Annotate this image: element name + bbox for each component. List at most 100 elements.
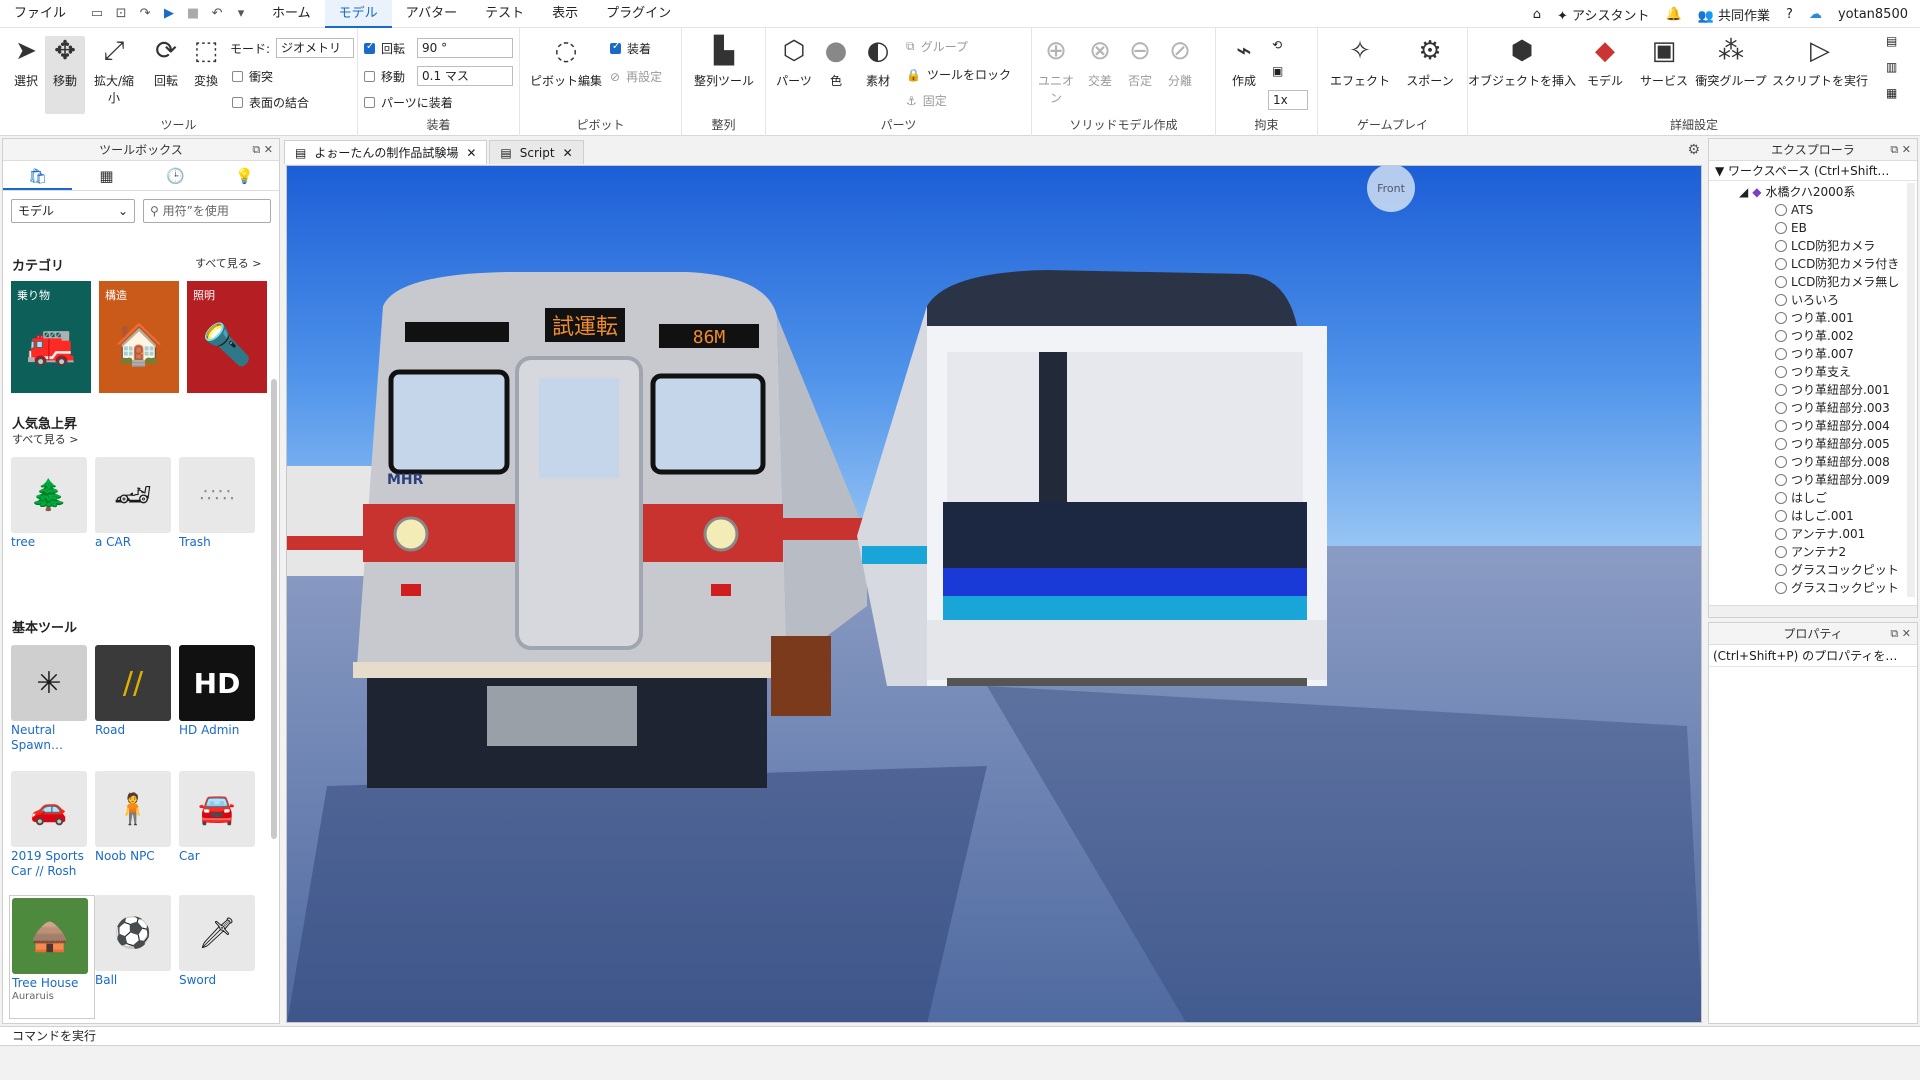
category-lighting[interactable]: 照明 🔦 <box>187 281 267 393</box>
tree-item[interactable]: はしご <box>1775 489 1917 507</box>
menu-home[interactable]: ホーム <box>258 0 325 28</box>
tree-item[interactable]: LCD防犯カメラ <box>1775 237 1917 255</box>
lock-tool-button[interactable]: 🔒 ツールをロック <box>906 66 1011 83</box>
overflow-icon[interactable]: ▾ <box>234 6 248 21</box>
tree-item[interactable]: LCD防犯カメラ無し <box>1775 273 1917 291</box>
constraint-scale[interactable]: 1x <box>1268 90 1308 110</box>
tree-item[interactable]: つり革.007 <box>1775 345 1917 363</box>
new-file-icon[interactable]: ▭ <box>90 6 104 21</box>
pivot-attach-checkbox[interactable] <box>610 41 621 54</box>
tree-item[interactable]: つり革.002 <box>1775 327 1917 345</box>
material-tool[interactable]: ◐ 素材 <box>858 36 898 89</box>
tree-item[interactable]: つり革紐部分.009 <box>1775 471 1917 489</box>
asset-noob-npc[interactable]: 🧍 Noob NPC <box>95 771 173 864</box>
collision-row[interactable]: 衝突 <box>232 68 273 85</box>
union-tool[interactable]: ⊕ ユニオン <box>1034 36 1078 106</box>
tree-item[interactable]: はしご.001 <box>1775 507 1917 525</box>
tree-item[interactable]: グラスコックピット <box>1775 561 1917 579</box>
menu-file[interactable]: ファイル <box>0 0 80 28</box>
tree-item[interactable]: つり革紐部分.008 <box>1775 453 1917 471</box>
asset-car[interactable]: 🚘 Car <box>179 771 257 864</box>
redo-icon[interactable]: ↷ <box>138 6 152 21</box>
explorer-horizontal-scrollbar[interactable] <box>1709 605 1917 617</box>
model-tool[interactable]: ◆ モデル <box>1580 36 1630 89</box>
help-icon[interactable]: ? <box>1786 7 1793 22</box>
save-icon[interactable]: ⊡ <box>114 6 128 21</box>
tree-root[interactable]: ◢ ◆ 水橋クハ2000系 <box>1739 183 1917 201</box>
command-bar[interactable]: コマンドを実行 <box>0 1026 1920 1046</box>
inventory-tab[interactable]: ▦ <box>72 161 141 190</box>
anchor-button[interactable]: ⚓ 固定 <box>906 92 947 109</box>
cloud-icon[interactable]: ☁ <box>1809 7 1822 22</box>
stop-icon[interactable]: ■ <box>186 6 200 21</box>
edit-pivot-tool[interactable]: ◌ ピボット編集 <box>526 36 606 89</box>
constraint-scale-input[interactable]: 1x <box>1268 90 1308 110</box>
home-icon[interactable]: ⌂ <box>1533 7 1541 22</box>
tree-item[interactable]: つり革.001 <box>1775 309 1917 327</box>
move-tool[interactable]: ✥ 移動 <box>45 36 85 114</box>
scale-tool[interactable]: ⤢ 拡大/縮小 <box>88 36 140 106</box>
asset-sword[interactable]: 🗡 Sword <box>179 895 257 988</box>
tree-item[interactable]: つり革紐部分.001 <box>1775 381 1917 399</box>
category-structures[interactable]: 構造 🏠 <box>99 281 179 393</box>
part-tool[interactable]: ⬡ パーツ <box>774 36 814 89</box>
separate-tool[interactable]: ⊘ 分離 <box>1160 36 1200 89</box>
asset-neutral-spawn[interactable]: ✳ Neutral Spawn… <box>11 645 89 753</box>
script-icon[interactable]: ▤ <box>1886 34 1897 48</box>
recent-tab[interactable]: 🕒 <box>141 161 210 190</box>
tree-item[interactable]: つり革支え <box>1775 363 1917 381</box>
service-tool[interactable]: ▣ サービス <box>1636 36 1692 89</box>
play-icon[interactable]: ▶ <box>162 6 176 21</box>
properties-filter-input[interactable]: (Ctrl+Shift+P) のプロパティを… <box>1709 645 1917 667</box>
attach-parts-row[interactable]: パーツに装着 <box>364 94 453 111</box>
assistant-button[interactable]: ✦ アシスタント <box>1557 5 1650 24</box>
negate-tool[interactable]: ⊖ 否定 <box>1120 36 1160 89</box>
panel-close-icon[interactable]: ⧉ ✕ <box>1890 139 1911 161</box>
panel-close-icon[interactable]: ⧉ ✕ <box>252 139 273 161</box>
tree-item[interactable]: つり革紐部分.003 <box>1775 399 1917 417</box>
tree-item[interactable]: EB <box>1775 219 1917 237</box>
notification-icon[interactable]: 🔔 <box>1666 7 1682 22</box>
intersect-tool[interactable]: ⊗ 交差 <box>1080 36 1120 89</box>
tree-item[interactable]: つり革紐部分.005 <box>1775 435 1917 453</box>
explorer-scrollbar[interactable] <box>1907 183 1915 597</box>
asset-ball[interactable]: ⚽ Ball <box>95 895 173 988</box>
asset-type-dropdown[interactable]: モデル ⌄ <box>11 199 135 223</box>
tab-script[interactable]: ▤ Script ✕ <box>489 140 584 165</box>
tree-item[interactable]: つり革紐部分.004 <box>1775 417 1917 435</box>
marketplace-tab[interactable]: 🛍 <box>3 161 72 190</box>
trending-see-all[interactable]: すべて見る > <box>12 431 79 447</box>
collision-checkbox[interactable] <box>232 71 243 82</box>
tree-item[interactable]: アンテナ2 <box>1775 543 1917 561</box>
asset-trash[interactable]: ∴∵∴ Trash <box>179 457 257 550</box>
mode-dropdown[interactable]: ジオメトリ <box>276 38 355 58</box>
explorer-filter[interactable]: ▼ ワークスペース (Ctrl+Shift… <box>1709 161 1917 181</box>
tree-item[interactable]: アンテナ.001 <box>1775 525 1917 543</box>
select-tool[interactable]: ➤ 選択 <box>6 36 46 89</box>
insert-object-tool[interactable]: ⬢ オブジェクトを挿入 <box>1468 36 1576 89</box>
collision-groups-tool[interactable]: ⁂ 衝突グループ <box>1694 36 1768 89</box>
color-tool[interactable]: ● 色 <box>816 36 856 89</box>
create-constraint-tool[interactable]: ⌁ 作成 <box>1224 36 1264 89</box>
pivot-attach-row[interactable]: 装着 <box>610 40 651 57</box>
tab-place[interactable]: ▤ よぉーたんの制作品試験場 ✕ <box>284 140 488 165</box>
constraint-visibility-icon[interactable]: ▣ <box>1272 64 1283 78</box>
toolbox-search-input[interactable]: ⚲ 用符”を使用 <box>143 199 271 223</box>
localscript-icon[interactable]: ▥ <box>1886 60 1897 74</box>
asset-tree-house[interactable]: 🛖 Tree House Auraruis <box>9 895 95 1019</box>
asset-a-car[interactable]: 🏎 a CAR <box>95 457 173 550</box>
move-snap-input[interactable]: 0.1 マス <box>417 66 514 86</box>
menu-avatar[interactable]: アバター <box>392 0 471 28</box>
modulescript-icon[interactable]: ▦ <box>1886 86 1897 100</box>
toolbox-scrollbar[interactable] <box>271 379 277 839</box>
close-icon[interactable]: ✕ <box>563 141 573 165</box>
run-script-tool[interactable]: ▷ スクリプトを実行 <box>1772 36 1868 89</box>
undo-icon[interactable]: ↶ <box>210 6 224 21</box>
asset-road[interactable]: // Road <box>95 645 173 738</box>
menu-test[interactable]: テスト <box>471 0 538 28</box>
close-icon[interactable]: ✕ <box>466 141 476 165</box>
transform-tool[interactable]: ⬚ 変換 <box>186 36 226 89</box>
3d-viewport[interactable]: 試運転 86M MHR Front <box>286 165 1702 1023</box>
menu-view[interactable]: 表示 <box>538 0 592 28</box>
categories-see-all[interactable]: すべて見る > <box>195 255 262 271</box>
